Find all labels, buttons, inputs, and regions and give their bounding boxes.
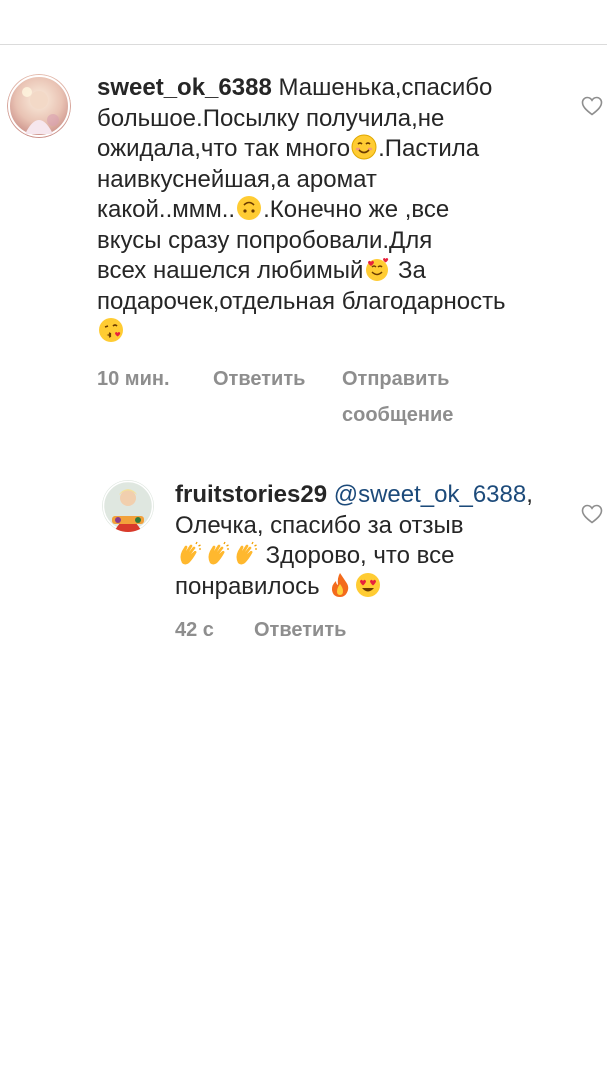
mention-link[interactable]: @sweet_ok_6388 (334, 481, 527, 508)
comment-timestamp: 10 мин. (97, 368, 170, 390)
upside-down-face-emoji (237, 196, 262, 220)
send-message-button[interactable]: Отправить сообщение (342, 361, 453, 433)
clapping-hands-emoji (208, 541, 229, 565)
comment-timestamp: 42 с (175, 619, 214, 641)
face-blowing-kiss-emoji (99, 318, 123, 342)
comment-username[interactable]: fruitstories29 (175, 481, 327, 508)
heart-eyes-emoji (356, 572, 381, 597)
smiling-face-emoji (351, 134, 377, 160)
avatar[interactable] (102, 480, 154, 532)
smiling-face-with-hearts-emoji (366, 258, 389, 281)
reply-comment-item: fruitstories29 @sweet_ok_6388, Олечка, с… (0, 460, 607, 660)
comment-meta: 10 мин. (97, 361, 170, 397)
clapping-hands-emoji (236, 541, 257, 565)
fire-emoji (332, 572, 349, 597)
clapping-hands-emoji (180, 541, 201, 565)
like-heart-icon[interactable] (581, 504, 603, 524)
comment-username[interactable]: sweet_ok_6388 (97, 74, 272, 101)
reply-text: fruitstories29 @sweet_ok_6388, Олечка, с… (175, 481, 533, 600)
avatar[interactable] (7, 74, 71, 138)
like-heart-icon[interactable] (581, 96, 603, 116)
reply-button[interactable]: Ответить (213, 361, 305, 397)
comment-meta: 42 с (175, 612, 214, 648)
comment-item: sweet_ok_6388 Машенька,спасибо большое.П… (0, 0, 607, 460)
reply-button[interactable]: Ответить (254, 612, 346, 648)
comment-text: sweet_ok_6388 Машенька,спасибо большое.П… (97, 73, 567, 348)
